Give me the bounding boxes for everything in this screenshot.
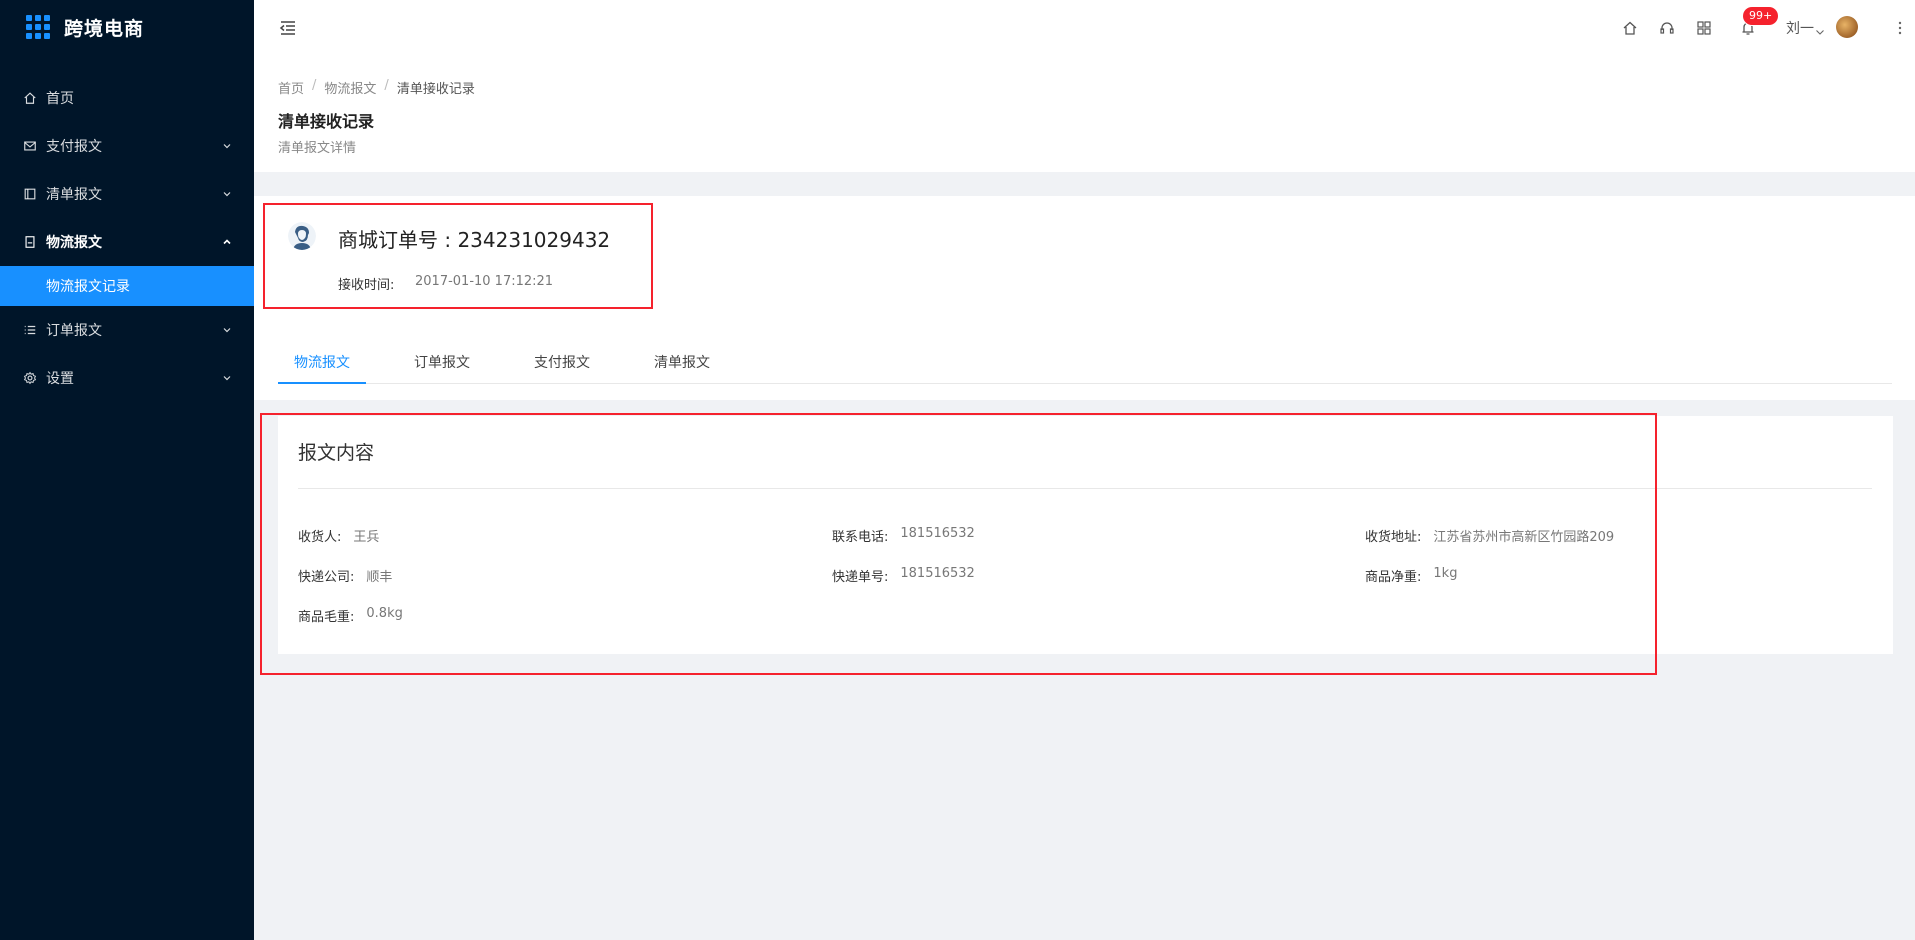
- apps-icon[interactable]: [1695, 19, 1713, 37]
- chevron-down-icon: [220, 371, 234, 385]
- sidebar-item-label: 订单报文: [46, 323, 102, 339]
- sidebar: 跨境电商 首页 支付报文 清单报文 物流报文 物流报文记录 订单报文 设置: [0, 0, 254, 940]
- sidebar-subitem-logistics-records[interactable]: 物流报文记录: [0, 266, 254, 306]
- app-title: 跨境电商: [64, 17, 145, 40]
- field-value: 181516532: [900, 566, 975, 581]
- page-description: 清单报文详情: [278, 141, 357, 156]
- sidebar-item-label: 物流报文: [46, 235, 102, 251]
- logo-grid-icon: [26, 15, 50, 39]
- page-header: 首页 / 物流报文 / 清单接收记录 清单接收记录 清单报文详情: [254, 58, 1915, 172]
- message-content-card: 报文内容 收货人: 王兵 联系电话: 181516532 收货地址: 江苏省苏州…: [278, 416, 1893, 654]
- menu-fold-icon[interactable]: [278, 18, 298, 38]
- field-label: 联系电话:: [832, 530, 889, 545]
- field-value: 江苏省苏州市高新区竹园路209: [1433, 530, 1615, 545]
- sidebar-item-home[interactable]: 首页: [0, 74, 254, 122]
- breadcrumb-home[interactable]: 首页: [278, 78, 304, 97]
- chevron-down-icon: [220, 139, 234, 153]
- sidebar-item-payment[interactable]: 支付报文: [0, 122, 254, 170]
- tab-order[interactable]: 订单报文: [398, 346, 486, 384]
- sidebar-menu: 首页 支付报文 清单报文 物流报文 物流报文记录 订单报文 设置: [0, 74, 254, 402]
- field-value: 0.8kg: [366, 606, 403, 621]
- field-receiver: 收货人: 王兵: [298, 526, 379, 545]
- sidebar-item-manifest[interactable]: 清单报文: [0, 170, 254, 218]
- breadcrumb-separator: /: [312, 78, 317, 93]
- order-summary-section: 商城订单号 : 234231029432 接收时间: 2017-01-10 17…: [254, 196, 1915, 400]
- sidebar-item-label: 清单报文: [46, 187, 102, 203]
- tab-logistics[interactable]: 物流报文: [278, 346, 366, 384]
- field-label: 商品毛重:: [298, 610, 355, 625]
- breadcrumb-current: 清单接收记录: [396, 82, 475, 97]
- tab-payment[interactable]: 支付报文: [518, 346, 606, 384]
- received-time-label: 接收时间:: [338, 278, 395, 293]
- order-avatar: [288, 222, 316, 250]
- logo[interactable]: 跨境电商: [0, 0, 254, 54]
- chevron-down-icon: [220, 187, 234, 201]
- tab-manifest[interactable]: 清单报文: [638, 346, 726, 384]
- field-value: 181516532: [900, 526, 975, 541]
- breadcrumb-separator: /: [384, 78, 389, 93]
- field-label: 快递公司:: [298, 570, 355, 585]
- field-label: 收货地址:: [1365, 530, 1422, 545]
- layout-icon: [22, 186, 38, 202]
- order-number: 商城订单号 : 234231029432: [338, 228, 611, 252]
- chevron-up-icon: [220, 235, 234, 249]
- received-time-value: 2017-01-10 17:12:21: [415, 274, 554, 289]
- notification-badge: 99+: [1743, 7, 1779, 25]
- field-net-weight: 商品净重: 1kg: [1365, 566, 1457, 585]
- sidebar-item-label: 设置: [46, 371, 74, 387]
- chevron-down-icon: [220, 323, 234, 337]
- field-courier: 快递公司: 顺丰: [298, 566, 392, 585]
- field-label: 商品净重:: [1365, 570, 1422, 585]
- sidebar-item-label: 首页: [46, 91, 74, 107]
- list-icon: [22, 322, 38, 338]
- more-vertical-icon[interactable]: [1897, 19, 1903, 37]
- breadcrumb: 首页 / 物流报文 / 清单接收记录: [278, 78, 475, 97]
- home-icon: [22, 90, 38, 106]
- sidebar-item-label: 支付报文: [46, 139, 102, 155]
- user-name[interactable]: 刘一: [1786, 18, 1814, 38]
- gear-icon: [22, 370, 38, 386]
- page-title: 清单接收记录: [278, 112, 375, 131]
- message-tabs: 物流报文 订单报文 支付报文 清单报文: [278, 346, 1892, 384]
- field-phone: 联系电话: 181516532: [832, 526, 975, 545]
- sidebar-item-orders[interactable]: 订单报文: [0, 306, 254, 354]
- field-value: 1kg: [1433, 566, 1458, 581]
- field-label: 收货人:: [298, 530, 342, 545]
- avatar[interactable]: [1836, 16, 1858, 38]
- top-header: 99+ 刘一: [254, 0, 1915, 58]
- divider: [298, 488, 1872, 489]
- field-tracking: 快递单号: 181516532: [832, 566, 975, 585]
- field-address: 收货地址: 江苏省苏州市高新区竹园路209: [1365, 526, 1614, 545]
- mail-icon: [22, 138, 38, 154]
- field-value: 顺丰: [366, 570, 393, 585]
- field-label: 快递单号:: [832, 570, 889, 585]
- sidebar-item-logistics[interactable]: 物流报文: [0, 218, 254, 266]
- home-icon[interactable]: [1621, 19, 1639, 37]
- sidebar-item-settings[interactable]: 设置: [0, 354, 254, 402]
- breadcrumb-logistics[interactable]: 物流报文: [324, 78, 376, 97]
- container-icon: [22, 234, 38, 250]
- field-gross-weight: 商品毛重: 0.8kg: [298, 606, 403, 625]
- chevron-down-icon[interactable]: [1815, 22, 1825, 35]
- card-title: 报文内容: [298, 442, 375, 464]
- field-value: 王兵: [353, 530, 380, 545]
- headset-icon[interactable]: [1658, 19, 1676, 37]
